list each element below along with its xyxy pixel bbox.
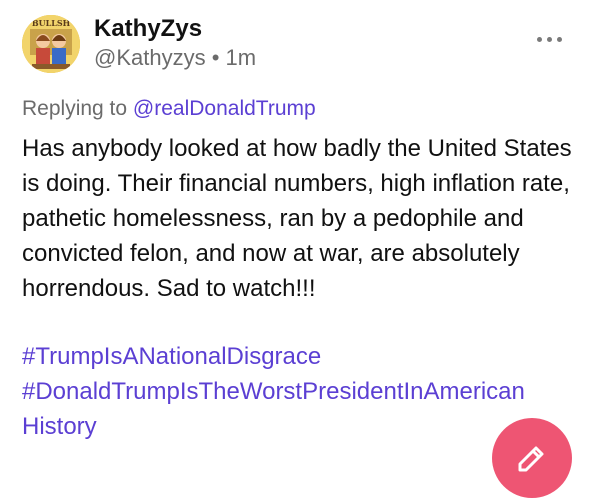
compose-button[interactable] [492,418,572,498]
avatar-image: BULLSH [22,15,80,73]
more-options-button[interactable] [537,33,567,45]
reply-context: Replying to @realDonaldTrump [22,96,316,122]
avatar-text: BULLSH [32,18,71,28]
post-time[interactable]: 1m [226,45,257,70]
compose-pencil-icon [518,446,544,472]
more-horizontal-icon-dot [557,36,562,42]
more-horizontal-icon-dot [547,36,552,42]
avatar[interactable]: BULLSH [22,15,80,73]
reply-prefix: Replying to [22,97,133,120]
meta-separator: • [211,45,220,70]
hashtag-list: #TrumpIsANationalDisgrace #DonaldTrumpIs… [22,339,582,444]
post-body: Has anybody looked at how badly the Unit… [22,135,572,302]
post-card: BULLSH KathyZys @Kathyzys • 1m Replying … [0,0,590,498]
post-meta: @Kathyzys • 1m [94,45,256,71]
user-handle[interactable]: @Kathyzys [94,45,206,70]
hashtag-link[interactable]: #DonaldTrumpIsTheWorstPresidentInAmerica… [22,374,582,409]
display-name[interactable]: KathyZys [94,15,202,43]
hashtag-link[interactable]: #TrumpIsANationalDisgrace [22,339,582,374]
more-horizontal-icon [537,36,542,42]
reply-mention-link[interactable]: @realDonaldTrump [133,97,316,120]
